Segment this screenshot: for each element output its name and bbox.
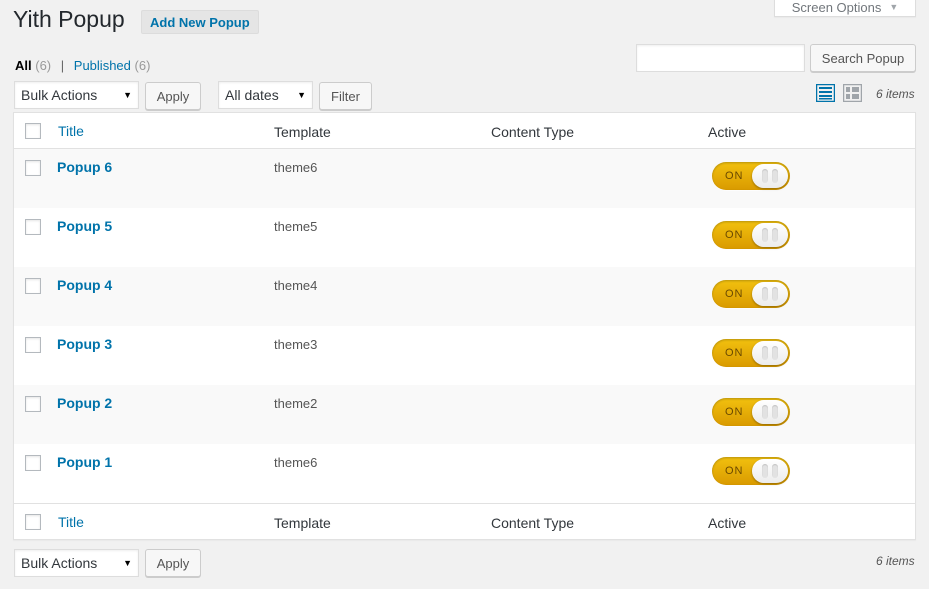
popup-title-link[interactable]: Popup 1 [57, 454, 112, 470]
popup-template: theme2 [274, 396, 318, 411]
table-row: Popup 5 theme5 ON [14, 208, 915, 267]
select-all-checkbox[interactable] [25, 123, 41, 139]
column-content-type-footer: Content Type [491, 515, 575, 531]
toggle-label: ON [725, 465, 744, 477]
toggle-knob [752, 282, 788, 306]
row-checkbox[interactable] [25, 278, 41, 294]
popup-template: theme5 [274, 219, 318, 234]
toggle-knob [752, 400, 788, 424]
dropdown-arrow-icon: ▼ [123, 558, 132, 568]
toggle-knob [752, 223, 788, 247]
row-checkbox[interactable] [25, 160, 41, 176]
toggle-label: ON [725, 347, 744, 359]
add-new-popup-button[interactable]: Add New Popup [141, 10, 259, 34]
popup-template: theme6 [274, 455, 318, 470]
table-row: Popup 6 theme6 ON [14, 149, 915, 208]
screen-options-button[interactable]: Screen Options ▼ [774, 0, 916, 17]
toggle-label: ON [725, 288, 744, 300]
toggle-label: ON [725, 229, 744, 241]
filter-all-link[interactable]: All [15, 58, 32, 73]
column-title-sort-link[interactable]: Title [58, 123, 84, 139]
screen-options-label: Screen Options [791, 0, 882, 15]
active-toggle[interactable]: ON [712, 339, 790, 367]
filter-separator: | [60, 58, 65, 73]
table-row: Popup 1 theme6 ON [14, 444, 915, 503]
table-row: Popup 4 theme4 ON [14, 267, 915, 326]
filter-all-count: (6) [35, 58, 52, 73]
column-template-footer: Template [274, 515, 331, 531]
table-row: Popup 2 theme2 ON [14, 385, 915, 444]
bulk-actions-value: Bulk Actions [21, 87, 98, 103]
filter-published-link[interactable]: Published [74, 58, 131, 73]
active-toggle[interactable]: ON [712, 398, 790, 426]
popup-title-link[interactable]: Popup 4 [57, 277, 112, 293]
status-filters: All (6) | Published (6) [15, 58, 150, 73]
popups-table: Title Template Content Type Active Popup… [13, 112, 916, 540]
caret-down-icon: ▼ [889, 2, 899, 12]
toggle-knob [752, 459, 788, 483]
column-active: Active [708, 124, 747, 140]
dates-select[interactable]: All dates ▼ [218, 81, 313, 109]
list-view-icon[interactable] [816, 84, 835, 102]
bulk-actions-select-top[interactable]: Bulk Actions ▼ [14, 81, 139, 109]
popup-template: theme4 [274, 278, 318, 293]
filter-button[interactable]: Filter [319, 82, 372, 110]
dropdown-arrow-icon: ▼ [297, 90, 306, 100]
toggle-label: ON [725, 170, 744, 182]
items-count-bottom: 6 items [876, 554, 915, 568]
popup-title-link[interactable]: Popup 5 [57, 218, 112, 234]
table-footer: Title Template Content Type Active [14, 503, 915, 539]
active-toggle[interactable]: ON [712, 280, 790, 308]
bulk-actions-value: Bulk Actions [21, 555, 98, 571]
row-checkbox[interactable] [25, 219, 41, 235]
column-template: Template [274, 124, 331, 140]
row-checkbox[interactable] [25, 396, 41, 412]
apply-button-bottom[interactable]: Apply [145, 549, 201, 577]
active-toggle[interactable]: ON [712, 162, 790, 190]
apply-button-top[interactable]: Apply [145, 82, 201, 110]
search-input[interactable] [636, 44, 805, 72]
column-active-footer: Active [708, 515, 747, 531]
toggle-knob [752, 341, 788, 365]
filter-published-count: (6) [134, 58, 151, 73]
column-title-sort-link-footer[interactable]: Title [58, 514, 84, 530]
toggle-label: ON [725, 406, 744, 418]
active-toggle[interactable]: ON [712, 221, 790, 249]
popup-title-link[interactable]: Popup 3 [57, 336, 112, 352]
search-popup-button[interactable]: Search Popup [810, 44, 916, 72]
page-title: Yith Popup [13, 6, 125, 32]
column-content-type: Content Type [491, 124, 575, 140]
active-toggle[interactable]: ON [712, 457, 790, 485]
select-all-checkbox-footer[interactable] [25, 514, 41, 530]
table-row: Popup 3 theme3 ON [14, 326, 915, 385]
popup-template: theme3 [274, 337, 318, 352]
row-checkbox[interactable] [25, 455, 41, 471]
items-count-top: 6 items [876, 87, 915, 101]
toggle-knob [752, 164, 788, 188]
dropdown-arrow-icon: ▼ [123, 90, 132, 100]
popup-template: theme6 [274, 160, 318, 175]
row-checkbox[interactable] [25, 337, 41, 353]
popup-title-link[interactable]: Popup 6 [57, 159, 112, 175]
table-header: Title Template Content Type Active [14, 113, 915, 149]
popup-title-link[interactable]: Popup 2 [57, 395, 112, 411]
bulk-actions-select-bottom[interactable]: Bulk Actions ▼ [14, 549, 139, 577]
dates-value: All dates [225, 87, 279, 103]
excerpt-view-icon[interactable] [843, 84, 862, 102]
